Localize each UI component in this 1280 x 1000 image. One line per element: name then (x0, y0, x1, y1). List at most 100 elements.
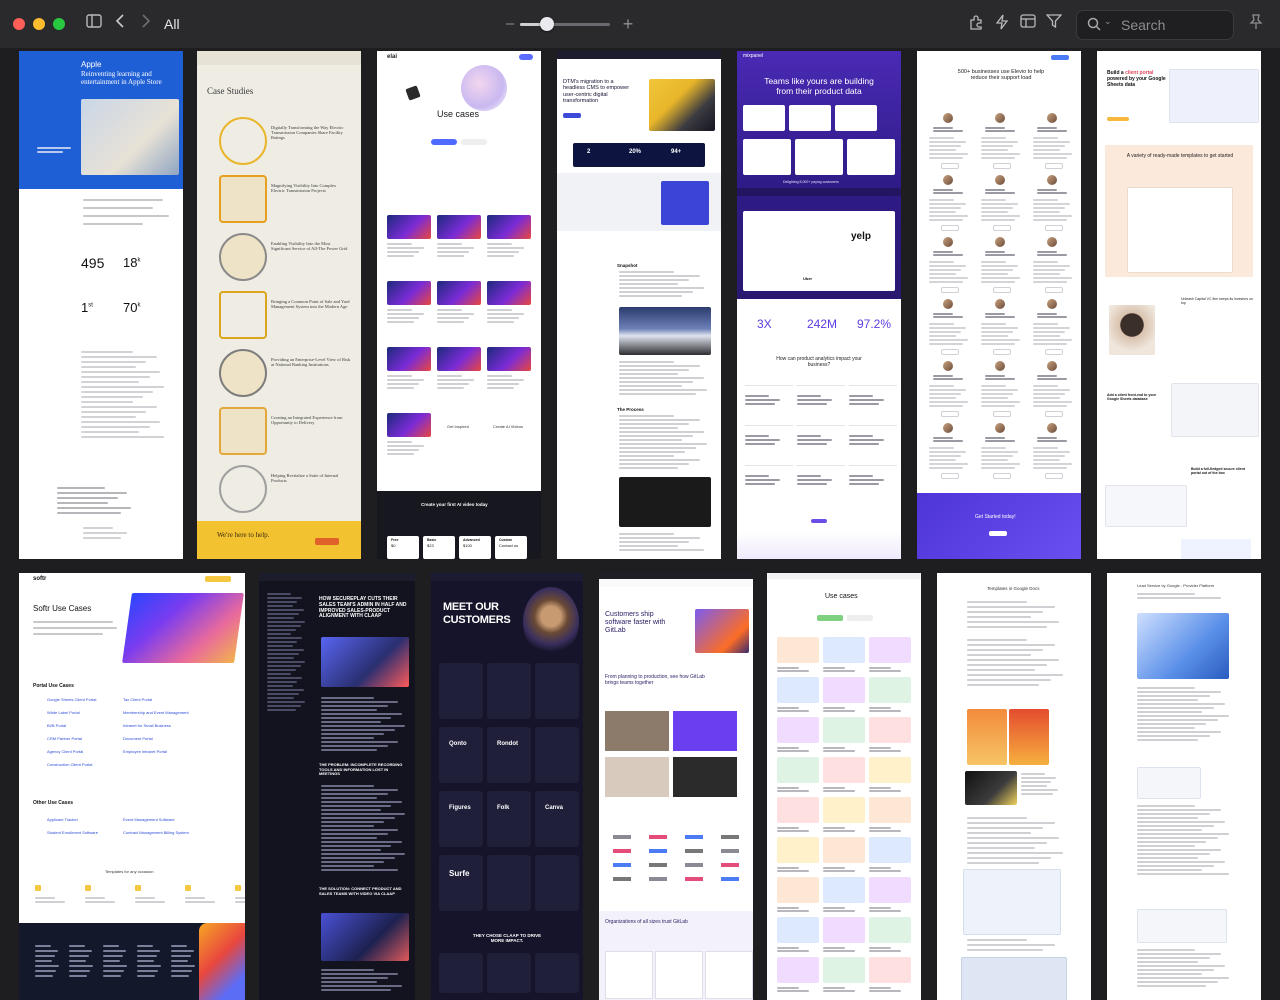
use-case-card[interactable] (869, 677, 911, 703)
use-case-card[interactable] (823, 917, 865, 943)
use-case-card[interactable] (823, 877, 865, 903)
case-study-card-customers[interactable]: MEET OUR CUSTOMERS THEY CHOSE CLAAP TO D… (431, 573, 583, 1000)
use-case-card[interactable] (777, 877, 819, 903)
softr-portal-link[interactable]: Construction Client Portal (47, 762, 92, 767)
softr-portal-link[interactable]: Intranet for Small Business (123, 723, 171, 728)
forward-icon[interactable] (136, 14, 156, 34)
zoom-out-icon[interactable]: – (500, 14, 520, 34)
video-thumbnail[interactable] (487, 347, 531, 371)
read-more-button[interactable] (941, 473, 959, 479)
use-case-card[interactable] (777, 757, 819, 783)
video-thumbnail[interactable] (437, 281, 481, 305)
use-case-card[interactable] (823, 797, 865, 823)
use-case-card[interactable] (869, 797, 911, 823)
softr-portal-link[interactable]: Employee Intranet Portal (123, 749, 167, 754)
search-field[interactable]: ⌄ Search (1076, 10, 1234, 40)
customer-logo-card[interactable] (487, 663, 531, 719)
softr-other-link[interactable]: Applicant Tracker (47, 817, 78, 822)
customer-story-card[interactable] (487, 953, 531, 993)
read-more-button[interactable] (1045, 473, 1063, 479)
use-case-card[interactable] (869, 637, 911, 663)
softr-portal-link[interactable]: Tax Client Portal (123, 697, 152, 702)
gitlab-story-card[interactable] (605, 951, 653, 999)
case-study-item-title[interactable]: Digitally Transforming the Way Electric … (271, 125, 351, 141)
use-case-card[interactable] (823, 837, 865, 863)
read-more-button[interactable] (941, 411, 959, 417)
read-more-button[interactable] (993, 287, 1011, 293)
pin-icon[interactable] (1246, 14, 1266, 34)
read-more-button[interactable] (993, 349, 1011, 355)
case-study-card-claap[interactable]: HOW SECUREPLAY CUTS THEIR SALES TEAM'S A… (259, 573, 415, 1000)
layout-icon[interactable] (1018, 14, 1038, 34)
softr-other-link[interactable]: Event Management Software (123, 817, 175, 822)
video-thumbnail[interactable] (387, 215, 431, 239)
use-case-card[interactable] (869, 877, 911, 903)
read-more-button[interactable] (993, 163, 1011, 169)
customer-logo-card[interactable] (487, 855, 531, 911)
zoom-slider-knob[interactable] (540, 17, 554, 31)
customer-logo-card[interactable] (439, 663, 483, 719)
customer-logo-card[interactable] (535, 663, 579, 719)
video-thumbnail[interactable] (487, 215, 531, 239)
use-case-card[interactable] (823, 717, 865, 743)
customer-logo-card[interactable] (439, 791, 483, 847)
customer-logo-card[interactable] (487, 727, 531, 783)
customer-logo-card[interactable] (535, 791, 579, 847)
softr-portal-link[interactable]: Google Sheets Client Portal (47, 697, 96, 702)
use-case-card[interactable] (869, 717, 911, 743)
softr-portal-link[interactable]: Agency Client Portal (47, 749, 83, 754)
use-case-card[interactable] (777, 797, 819, 823)
use-case-card[interactable] (777, 957, 819, 983)
back-icon[interactable] (110, 14, 130, 34)
filter-icon[interactable] (1044, 14, 1064, 34)
use-case-card[interactable] (823, 957, 865, 983)
video-thumbnail[interactable] (387, 413, 431, 437)
customer-photo[interactable] (673, 757, 737, 797)
video-thumbnail[interactable] (387, 281, 431, 305)
customer-photo[interactable] (605, 711, 669, 751)
case-study-item-title[interactable]: Enabling Visibility Into the Most Signif… (271, 241, 351, 251)
use-case-card[interactable] (777, 917, 819, 943)
customer-photo[interactable] (673, 711, 737, 751)
read-more-button[interactable] (941, 349, 959, 355)
case-study-card-mixpanel[interactable]: mixpanel Teams like yours are building f… (737, 51, 901, 559)
video-thumbnail[interactable] (437, 347, 481, 371)
sidebar-icon[interactable] (84, 14, 104, 34)
gitlab-story-card[interactable] (705, 951, 753, 999)
use-case-card[interactable] (777, 717, 819, 743)
read-more-button[interactable] (993, 225, 1011, 231)
softr-portal-link[interactable]: B2B Portal (47, 723, 66, 728)
customer-logo-card[interactable] (439, 855, 483, 911)
softr-portal-link[interactable]: Document Portal (123, 736, 153, 741)
use-case-card[interactable] (823, 757, 865, 783)
read-more-button[interactable] (1045, 287, 1063, 293)
case-study-card-lead[interactable]: Lead Service by Google - Provider Platfo… (1107, 573, 1261, 1000)
use-case-card[interactable] (777, 837, 819, 863)
search-dropdown-icon[interactable]: ⌄ (1104, 16, 1112, 27)
zoom-in-icon[interactable]: + (618, 14, 638, 34)
case-study-card-softr[interactable]: softr Softr Use Cases Portal Use Cases O… (19, 573, 245, 1000)
customer-story-card[interactable] (535, 953, 579, 993)
zoom-slider[interactable] (520, 17, 610, 31)
read-more-button[interactable] (1045, 225, 1063, 231)
softr-portal-link[interactable]: White Label Portal (47, 710, 80, 715)
softr-other-link[interactable]: Contract Management Billing System (123, 830, 189, 835)
read-more-button[interactable] (1045, 349, 1063, 355)
case-study-card-dtm[interactable]: DTM's migration to a headless CMS to emp… (557, 51, 721, 559)
case-study-item-title[interactable]: Bringing a Common Point of Sale and Yard… (271, 299, 351, 309)
customer-logo-card[interactable] (535, 727, 579, 783)
use-case-card[interactable] (777, 677, 819, 703)
read-more-button[interactable] (941, 163, 959, 169)
case-study-item-title[interactable]: Magnifying Visibility Into Complex Elect… (271, 183, 351, 193)
customer-logo-card[interactable] (487, 791, 531, 847)
softr-portal-link[interactable]: CRM Partner Portal (47, 736, 82, 741)
case-study-card-casestudies[interactable]: Case Studies We're here to help. Digital… (197, 51, 361, 559)
case-study-card-apple[interactable]: Apple Reinventing learning and entertain… (19, 51, 183, 559)
customer-logo-card[interactable] (535, 855, 579, 911)
use-case-card[interactable] (823, 677, 865, 703)
read-more-button[interactable] (993, 411, 1011, 417)
video-thumbnail[interactable] (387, 347, 431, 371)
read-more-button[interactable] (993, 473, 1011, 479)
read-more-button[interactable] (941, 225, 959, 231)
use-case-card[interactable] (869, 917, 911, 943)
